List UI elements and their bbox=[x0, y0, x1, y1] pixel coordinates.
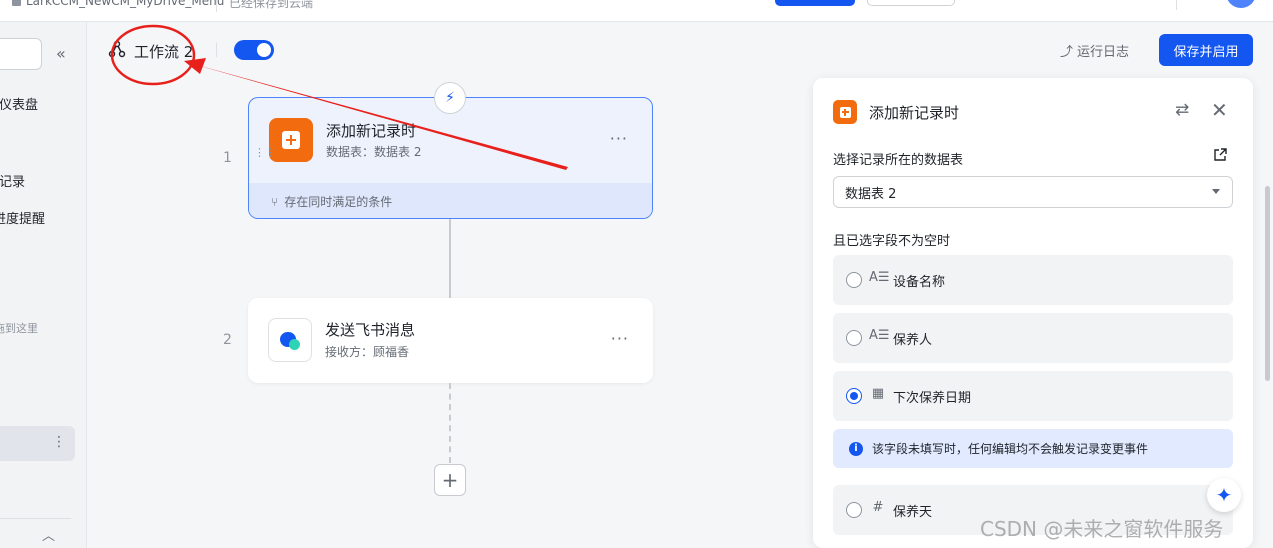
sidebar-item-selected[interactable]: ⋮ bbox=[0, 426, 75, 461]
watermark: CSDN @未来之窗软件服务 bbox=[980, 517, 1224, 541]
sidebar: « 仪表盘 记录 进度提醒 拖到这里 ⋮ ︿ bbox=[0, 22, 87, 548]
lightning-icon: ⚡ bbox=[434, 82, 466, 114]
field-name: 保养天 bbox=[893, 505, 933, 520]
caret-down-icon bbox=[1212, 189, 1220, 194]
sidebar-item-fragment bbox=[0, 130, 3, 138]
drop-hint: 拖到这里 bbox=[0, 322, 38, 335]
trigger-card[interactable]: 添加新记录时 数据表：数据表 2 ··· ⑂ 存在同时满足的条件 bbox=[248, 97, 653, 219]
swap-icon[interactable]: ⇄ bbox=[1175, 100, 1189, 120]
connector-line bbox=[449, 219, 451, 298]
panel-title: 添加新记录时 bbox=[869, 104, 960, 122]
field-condition-label: 且已选字段不为空时 bbox=[833, 234, 951, 249]
chevron-up-icon[interactable]: ︿ bbox=[42, 525, 55, 544]
avatar[interactable] bbox=[1226, 0, 1256, 8]
secondary-button[interactable] bbox=[867, 0, 955, 6]
action-title: 发送飞书消息 bbox=[325, 321, 416, 339]
text-field-icon: A☰ bbox=[869, 328, 890, 343]
save-status: 已经保存到云端 bbox=[229, 0, 314, 10]
breadcrumb[interactable]: LarkCCM_NewCM_MyDrive_Menu bbox=[12, 0, 224, 8]
panel-scrollbar[interactable] bbox=[1265, 186, 1270, 381]
field-option[interactable]: A☰ 保养人 bbox=[833, 313, 1233, 363]
add-step-button[interactable]: + bbox=[434, 464, 466, 496]
close-icon[interactable]: ✕ bbox=[1211, 98, 1228, 122]
field-name: 保养人 bbox=[893, 333, 933, 348]
more-vertical-icon[interactable]: ⋮ bbox=[52, 434, 66, 450]
run-log-button[interactable]: ⤴ 运行日志 bbox=[1060, 41, 1129, 60]
dashed-connector bbox=[449, 383, 451, 463]
ai-sparkle-button[interactable]: ✦ bbox=[1207, 478, 1241, 512]
drag-handle-icon[interactable]: ⋮⋮ bbox=[254, 147, 276, 158]
doc-title: LarkCCM_NewCM_MyDrive_Menu bbox=[26, 0, 225, 8]
radio-button[interactable] bbox=[846, 272, 862, 288]
more-icon[interactable]: ··· bbox=[611, 329, 629, 348]
save-and-enable-button[interactable]: 保存并启用 bbox=[1159, 34, 1253, 66]
trigger-subtitle: 数据表：数据表 2 bbox=[326, 145, 422, 159]
sidebar-item-record[interactable]: 记录 bbox=[0, 171, 25, 190]
trend-icon: ⤴ bbox=[1060, 45, 1074, 60]
divider bbox=[1176, 0, 1177, 10]
radio-button[interactable] bbox=[846, 330, 862, 346]
table-select[interactable]: 数据表 2 bbox=[833, 176, 1233, 208]
action-card[interactable]: 发送飞书消息 接收方：顾福香 ··· bbox=[248, 298, 653, 383]
divider bbox=[216, 0, 217, 12]
lark-message-icon bbox=[268, 318, 312, 362]
document-icon bbox=[12, 0, 21, 6]
number-field-icon: # bbox=[872, 500, 884, 515]
collapse-sidebar-icon[interactable]: « bbox=[56, 44, 66, 63]
field-option[interactable]: A☰ 设备名称 bbox=[833, 255, 1233, 305]
condition-label: 存在同时满足的条件 bbox=[284, 195, 393, 209]
step-number: 2 bbox=[223, 332, 232, 348]
trigger-title: 添加新记录时 bbox=[326, 122, 417, 140]
sidebar-item-reminder[interactable]: 进度提醒 bbox=[0, 208, 45, 227]
table-select-label: 选择记录所在的数据表 bbox=[833, 153, 964, 168]
text-field-icon: A☰ bbox=[869, 270, 890, 285]
toggle-knob bbox=[257, 43, 271, 57]
trigger-config-panel: 添加新记录时 ⇄ ✕ 选择记录所在的数据表 数据表 2 且已选字段不为空时 A☰… bbox=[813, 78, 1253, 548]
field-name: 下次保养日期 bbox=[893, 391, 972, 406]
radio-button[interactable] bbox=[846, 502, 862, 518]
add-record-icon bbox=[833, 100, 857, 124]
table-select-value: 数据表 2 bbox=[845, 186, 897, 202]
more-icon[interactable]: ··· bbox=[610, 129, 628, 148]
notice-text: 该字段未填写时，任何编辑均不会触发记录变更事件 bbox=[872, 442, 1149, 456]
run-log-label: 运行日志 bbox=[1077, 45, 1130, 60]
step-number: 1 bbox=[223, 150, 232, 166]
workflow-title[interactable]: 工作流 2 bbox=[134, 41, 193, 62]
branch-icon: ⑂ bbox=[271, 194, 279, 209]
field-name: 设备名称 bbox=[893, 275, 946, 290]
search-input[interactable] bbox=[0, 38, 42, 70]
workflow-enable-toggle[interactable] bbox=[234, 40, 274, 60]
info-notice: i 该字段未填写时，任何编辑均不会触发记录变更事件 bbox=[833, 429, 1233, 468]
radio-button-checked[interactable] bbox=[846, 388, 862, 404]
divider bbox=[0, 518, 71, 519]
share-button[interactable] bbox=[775, 0, 855, 6]
sidebar-item-dashboard[interactable]: 仪表盘 bbox=[0, 94, 38, 113]
workflow-icon bbox=[108, 40, 126, 58]
calendar-field-icon: ▦ bbox=[871, 386, 885, 401]
action-subtitle: 接收方：顾福香 bbox=[325, 345, 410, 359]
divider bbox=[216, 43, 217, 57]
condition-row[interactable]: ⑂ 存在同时满足的条件 bbox=[249, 183, 652, 218]
top-bar: LarkCCM_NewCM_MyDrive_Menu 已经保存到云端 bbox=[0, 0, 1273, 22]
field-option-selected[interactable]: ▦ 下次保养日期 bbox=[833, 371, 1233, 421]
info-icon: i bbox=[849, 441, 863, 456]
open-external-icon[interactable] bbox=[1213, 148, 1227, 162]
